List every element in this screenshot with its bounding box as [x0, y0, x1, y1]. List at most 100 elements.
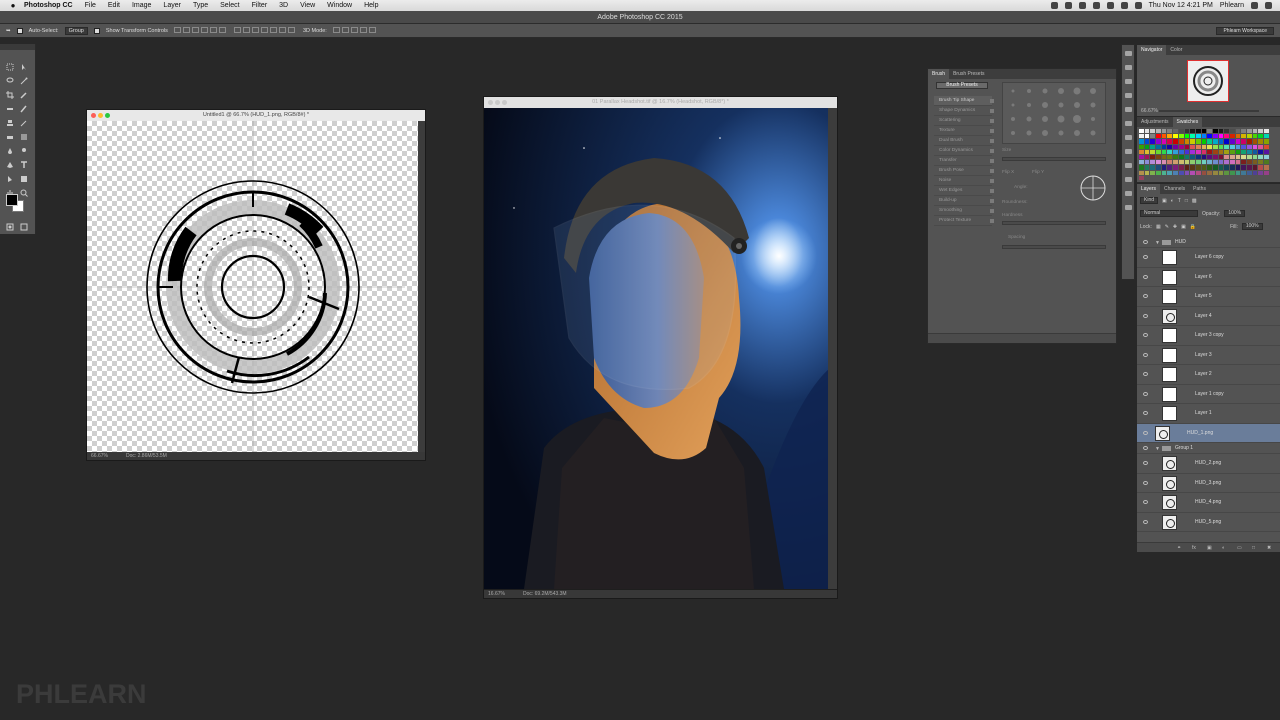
move-tool-icon[interactable]: ➥ [6, 28, 11, 34]
swatch-chip[interactable] [1241, 154, 1247, 160]
align-icon[interactable] [173, 26, 181, 33]
swatch-chip[interactable] [1241, 165, 1247, 170]
swatch-chip[interactable] [1252, 165, 1258, 170]
swatch-chip[interactable] [1150, 154, 1156, 160]
fill-input[interactable]: 100% [1241, 223, 1263, 230]
swatch-chip[interactable] [1139, 134, 1144, 139]
swatch-chip[interactable] [1156, 139, 1161, 144]
swatch-chip[interactable] [1167, 160, 1173, 165]
distribute-icon[interactable] [251, 26, 259, 33]
swatch-chip[interactable] [1139, 175, 1144, 180]
swatch-chip[interactable] [1252, 139, 1258, 144]
swatch-chip[interactable] [1178, 170, 1184, 175]
swatch-chip[interactable] [1201, 149, 1207, 154]
panel-icon[interactable] [1124, 191, 1132, 196]
swatch-chip[interactable] [1241, 129, 1247, 134]
swatch-chip[interactable] [1156, 129, 1161, 134]
swatch-chip[interactable] [1139, 129, 1144, 134]
visibility-eye-icon[interactable] [1143, 480, 1148, 485]
tab-swatches[interactable]: Swatches [1172, 117, 1203, 127]
swatch-chip[interactable] [1161, 139, 1167, 144]
swatch-chip[interactable] [1184, 149, 1190, 154]
brush-angle-preview[interactable] [1078, 173, 1108, 203]
swatch-chip[interactable] [1195, 170, 1201, 175]
battery-icon[interactable] [1134, 2, 1142, 9]
swatch-chip[interactable] [1224, 144, 1229, 149]
swatch-chip[interactable] [1247, 160, 1252, 165]
swatch-chip[interactable] [1178, 129, 1184, 134]
swatch-chip[interactable] [1230, 149, 1235, 154]
lock-all-icon[interactable]: 🔒 [1190, 224, 1196, 230]
type-tool-icon[interactable] [20, 156, 28, 168]
panel-icon[interactable] [1124, 205, 1132, 210]
3d-roll-icon[interactable] [341, 26, 349, 33]
swatch-chip[interactable] [1241, 160, 1247, 165]
navigator-zoom-slider[interactable] [1159, 110, 1259, 112]
swatch-chip[interactable] [1173, 129, 1178, 134]
list-icon[interactable] [1265, 2, 1272, 9]
zoom-tool-icon[interactable] [20, 184, 28, 197]
swatch-chip[interactable] [1161, 144, 1167, 149]
visibility-eye-icon[interactable] [1143, 372, 1148, 376]
menu-window[interactable]: Window [327, 2, 352, 9]
tab-adjustments[interactable]: Adjustments [1137, 117, 1173, 127]
swatch-chip[interactable] [1139, 154, 1144, 160]
swatch-chip[interactable] [1212, 139, 1218, 144]
swatch-chip[interactable] [1161, 129, 1167, 134]
swatch-chip[interactable] [1184, 144, 1190, 149]
swatch-chip[interactable] [1201, 129, 1207, 134]
swatch-chip[interactable] [1247, 134, 1252, 139]
swatch-chip[interactable] [1235, 149, 1241, 154]
swatch-chip[interactable] [1247, 129, 1252, 134]
swatch-chip[interactable] [1224, 170, 1229, 175]
swatch-chip[interactable] [1235, 139, 1241, 144]
crop-tool-icon[interactable] [6, 86, 14, 99]
swatch-chip[interactable] [1212, 160, 1218, 165]
swatch-chip[interactable] [1195, 165, 1201, 170]
swatch-chip[interactable] [1264, 134, 1269, 139]
swatch-chip[interactable] [1195, 160, 1201, 165]
align-icon[interactable] [218, 26, 226, 33]
swatch-chip[interactable] [1207, 134, 1212, 139]
swatch-chip[interactable] [1184, 160, 1190, 165]
status-icon[interactable] [1106, 2, 1114, 9]
document-zoom[interactable]: 16.67% [488, 590, 505, 598]
layer-row[interactable]: Layer 4 [1137, 307, 1280, 326]
swatch-chip[interactable] [1207, 165, 1212, 170]
document-title-bar[interactable]: Untitled1 @ 66.7% (HUD_1.png, RGB/8#) * [87, 110, 425, 121]
eraser-tool-icon[interactable] [6, 128, 14, 139]
filter-shape-icon[interactable]: □ [1185, 198, 1188, 204]
swatch-chip[interactable] [1230, 129, 1235, 134]
swatch-chip[interactable] [1156, 170, 1161, 175]
document-zoom[interactable]: 66.67% [91, 452, 108, 460]
swatch-chip[interactable] [1241, 144, 1247, 149]
swatch-chip[interactable] [1252, 170, 1258, 175]
swatch-chip[interactable] [1230, 134, 1235, 139]
swatch-chip[interactable] [1150, 129, 1156, 134]
swatch-chip[interactable] [1252, 129, 1258, 134]
new-layer-icon[interactable]: □ [1252, 545, 1255, 551]
swatch-chip[interactable] [1139, 139, 1144, 144]
distribute-icon[interactable] [269, 26, 277, 33]
tools-panel-grip[interactable] [0, 44, 35, 50]
align-icon[interactable] [200, 26, 208, 33]
status-icon[interactable] [1092, 2, 1100, 9]
visibility-eye-icon[interactable] [1143, 446, 1148, 450]
menu-select[interactable]: Select [220, 2, 239, 9]
lock-position-icon[interactable]: ✚ [1173, 224, 1177, 230]
dodge-tool-icon[interactable] [20, 142, 28, 152]
swatch-chip[interactable] [1247, 165, 1252, 170]
shape-tool-icon[interactable] [20, 170, 28, 182]
swatch-chip[interactable] [1167, 170, 1173, 175]
swatch-chip[interactable] [1218, 139, 1224, 144]
auto-select-dropdown[interactable]: Group [64, 26, 88, 35]
layer-row-group[interactable]: ▼ HUD [1137, 237, 1280, 248]
swatch-chip[interactable] [1144, 129, 1150, 134]
add-mask-icon[interactable]: ▣ [1207, 545, 1212, 551]
layer-row[interactable]: HUD_2.png [1137, 454, 1280, 474]
swatch-chip[interactable] [1167, 144, 1173, 149]
swatch-chip[interactable] [1150, 134, 1156, 139]
wifi-icon[interactable] [1120, 2, 1128, 9]
brush-option-item[interactable]: Build-up [934, 196, 994, 206]
auto-select-checkbox[interactable] [16, 27, 23, 34]
